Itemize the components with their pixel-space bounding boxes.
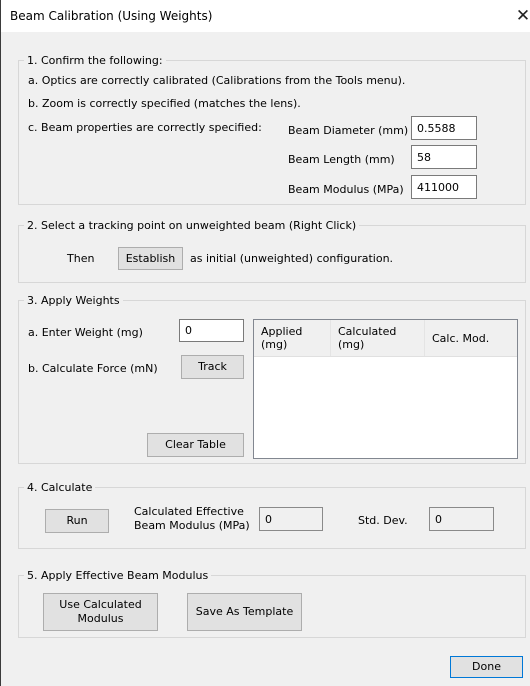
use-calculated-modulus-button[interactable]: Use Calculated Modulus <box>43 593 158 631</box>
confirm-section-legend: 1. Confirm the following: <box>27 54 163 67</box>
close-icon[interactable]: ✕ <box>513 6 530 26</box>
use-calculated-modulus-line1: Use Calculated <box>59 598 142 611</box>
beam-length-field[interactable] <box>411 145 477 169</box>
beam-diameter-field[interactable] <box>411 116 477 140</box>
title-bar: Beam Calibration (Using Weights) ✕ <box>1 0 530 32</box>
establish-button[interactable]: Establish <box>118 247 183 270</box>
zoom-confirm-text: b. Zoom is correctly specified (matches … <box>28 97 301 110</box>
then-label: Then <box>67 252 95 265</box>
effective-modulus-label-line2: Beam Modulus (MPa) <box>134 519 250 532</box>
save-as-template-button[interactable]: Save As Template <box>187 593 302 631</box>
calculate-legend: 4. Calculate <box>27 481 93 494</box>
calculate-force-label: b. Calculate Force (mN) <box>28 362 158 375</box>
weights-table-header: Applied (mg) Calculated (mg) Calc. Mod. <box>254 320 517 357</box>
initial-configuration-text: as initial (unweighted) configuration. <box>190 252 394 265</box>
run-button[interactable]: Run <box>45 509 109 533</box>
effective-modulus-label-line1: Calculated Effective <box>134 505 244 518</box>
std-dev-field[interactable] <box>429 507 494 531</box>
beam-modulus-label: Beam Modulus (MPa) <box>288 183 404 196</box>
beam-properties-text: c. Beam properties are correctly specifi… <box>28 121 262 134</box>
weight-input[interactable] <box>179 319 244 342</box>
window-title: Beam Calibration (Using Weights) <box>10 9 213 23</box>
std-dev-label: Std. Dev. <box>358 514 408 527</box>
column-header-calc-mod[interactable]: Calc. Mod. <box>425 320 517 356</box>
beam-modulus-field[interactable] <box>411 175 477 199</box>
effective-modulus-field[interactable] <box>259 507 323 531</box>
track-button[interactable]: Track <box>181 355 244 379</box>
optics-confirm-text: a. Optics are correctly calibrated (Cali… <box>28 74 406 87</box>
clear-table-button[interactable]: Clear Table <box>147 433 244 457</box>
enter-weight-label: a. Enter Weight (mg) <box>28 326 143 339</box>
beam-diameter-label: Beam Diameter (mm) <box>288 124 409 137</box>
use-calculated-modulus-line2: Modulus <box>77 612 124 625</box>
tracking-point-section: 2. Select a tracking point on unweighted… <box>18 219 526 283</box>
beam-calibration-dialog: Beam Calibration (Using Weights) ✕ 1. Co… <box>0 0 530 686</box>
beam-length-label: Beam Length (mm) <box>288 153 395 166</box>
apply-weights-legend: 3. Apply Weights <box>27 294 120 307</box>
column-header-calculated[interactable]: Calculated (mg) <box>331 320 425 356</box>
column-header-applied[interactable]: Applied (mg) <box>254 320 331 356</box>
done-button[interactable]: Done <box>450 656 523 678</box>
tracking-point-legend: 2. Select a tracking point on unweighted… <box>27 219 357 232</box>
weights-table[interactable]: Applied (mg) Calculated (mg) Calc. Mod. <box>253 319 518 459</box>
apply-modulus-legend: 5. Apply Effective Beam Modulus <box>27 569 209 582</box>
